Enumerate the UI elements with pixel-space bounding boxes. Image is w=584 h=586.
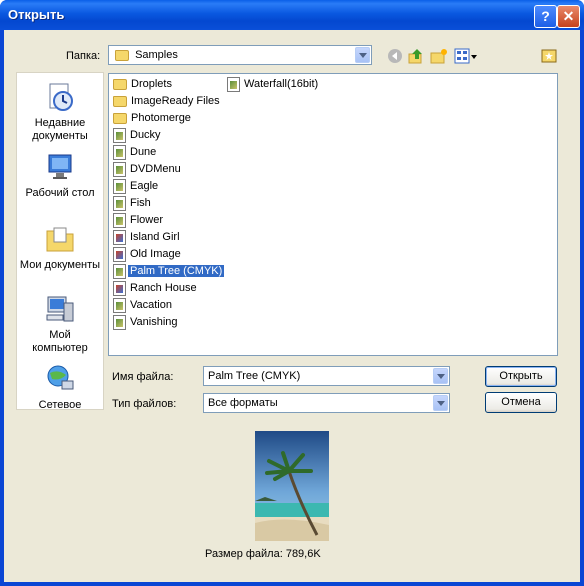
filetype-combo[interactable]: Все форматы <box>203 393 450 413</box>
folder-icon <box>113 95 127 107</box>
dialog-client: Папка: Samples Недавние документы Рабочи… <box>4 30 580 582</box>
places-bar: Недавние документы Рабочий стол Мои доку… <box>16 72 104 412</box>
file-name: Flower <box>130 214 164 226</box>
file-name: Fish <box>130 197 151 209</box>
file-name: Island Girl <box>130 231 180 243</box>
recent-documents-icon <box>49 83 73 111</box>
cancel-button[interactable]: Отмена <box>485 392 557 413</box>
file-name: ImageReady Files <box>131 95 220 107</box>
image-file-icon <box>113 297 126 313</box>
image-file-icon <box>113 229 126 245</box>
list-item[interactable]: Vanishing <box>113 314 180 330</box>
file-size-text: Размер файла: 789,6K <box>205 548 321 560</box>
image-file-icon <box>113 161 126 177</box>
image-file-icon <box>227 76 240 92</box>
file-name: DVDMenu <box>130 163 181 175</box>
file-name: Droplets <box>131 78 172 90</box>
list-item[interactable]: Ranch House <box>113 280 199 296</box>
file-name: Vacation <box>130 299 172 311</box>
image-file-icon <box>113 280 126 296</box>
image-file-icon <box>113 246 126 262</box>
place-desktop[interactable]: Рабочий стол <box>17 151 103 200</box>
image-file-icon <box>113 212 126 228</box>
place-label: Мои документы <box>19 259 101 271</box>
place-my-computer[interactable]: Мой компьютер <box>17 293 103 355</box>
list-item[interactable]: Waterfall(16bit) <box>227 76 320 92</box>
list-item[interactable]: Vacation <box>113 297 174 313</box>
list-item[interactable]: Island Girl <box>113 229 182 245</box>
file-list[interactable]: Droplets ImageReady Files Photomerge Duc… <box>108 73 558 356</box>
window-title: Открыть <box>8 7 65 22</box>
open-dialog: Открыть ? ✕ Папка: Samples Недавние доку… <box>0 0 584 586</box>
list-item[interactable]: Dune <box>113 144 158 160</box>
up-folder-icon[interactable] <box>407 47 425 65</box>
open-button[interactable]: Открыть <box>485 366 557 387</box>
file-name: Photomerge <box>131 112 191 124</box>
file-name: Waterfall(16bit) <box>244 78 319 90</box>
filename-value: Palm Tree (CMYK) <box>208 370 301 382</box>
my-documents-icon <box>46 227 74 252</box>
image-file-icon <box>113 263 126 279</box>
list-item[interactable]: ImageReady Files <box>113 93 222 109</box>
image-file-icon <box>113 144 126 160</box>
folder-label: Папка: <box>66 50 101 62</box>
folder-icon <box>113 112 127 124</box>
list-item[interactable]: DVDMenu <box>113 161 183 177</box>
desktop-icon <box>48 154 72 179</box>
network-icon <box>47 365 74 390</box>
place-label: документы <box>32 130 88 142</box>
place-label: компьютер <box>32 342 88 354</box>
list-item[interactable]: Droplets <box>113 76 174 92</box>
place-network[interactable]: Сетевое <box>17 363 103 412</box>
list-item[interactable]: Photomerge <box>113 110 193 126</box>
folder-value: Samples <box>135 49 178 61</box>
image-file-icon <box>113 195 126 211</box>
preview-thumbnail <box>255 431 329 541</box>
view-menu-icon[interactable] <box>454 47 478 65</box>
favorites-icon[interactable] <box>540 47 558 65</box>
image-file-icon <box>113 314 126 330</box>
list-item[interactable]: Fish <box>113 195 153 211</box>
file-name: Old Image <box>130 248 181 260</box>
chevron-down-icon[interactable] <box>355 47 370 63</box>
file-name: Ducky <box>130 129 161 141</box>
place-label: Мой <box>49 329 71 341</box>
list-item[interactable]: Flower <box>113 212 165 228</box>
title-bar[interactable]: Открыть ? ✕ <box>0 0 584 30</box>
file-name: Dune <box>130 146 157 158</box>
folder-combo[interactable]: Samples <box>108 45 372 65</box>
filetype-label: Тип файлов: <box>112 398 177 410</box>
folder-icon <box>115 49 129 61</box>
file-name: Eagle <box>130 180 159 192</box>
close-button[interactable]: ✕ <box>557 5 580 28</box>
help-button[interactable]: ? <box>534 5 557 28</box>
place-recent-documents[interactable]: Недавние документы <box>17 81 103 143</box>
filetype-value: Все форматы <box>208 397 278 409</box>
image-file-icon <box>113 178 126 194</box>
filename-label: Имя файла: <box>112 371 174 383</box>
new-folder-icon[interactable] <box>430 47 448 65</box>
list-item-selected[interactable]: Palm Tree (CMYK) <box>113 263 225 279</box>
chevron-down-icon[interactable] <box>433 395 448 411</box>
place-my-documents[interactable]: Мои документы <box>17 223 103 272</box>
folder-icon <box>113 78 127 90</box>
place-label: Сетевое <box>38 399 82 411</box>
place-label: Недавние <box>34 117 86 129</box>
my-computer-icon <box>46 296 74 322</box>
file-name: Vanishing <box>130 316 178 328</box>
file-name: Palm Tree (CMYK) <box>128 265 225 277</box>
chevron-down-icon[interactable] <box>433 368 448 384</box>
back-icon[interactable] <box>386 47 404 65</box>
image-file-icon <box>113 127 126 143</box>
list-item[interactable]: Eagle <box>113 178 160 194</box>
list-item[interactable]: Old Image <box>113 246 183 262</box>
filename-combo[interactable]: Palm Tree (CMYK) <box>203 366 450 386</box>
list-item[interactable]: Ducky <box>113 127 163 143</box>
file-name: Ranch House <box>130 282 197 294</box>
place-label: Рабочий стол <box>25 187 95 199</box>
